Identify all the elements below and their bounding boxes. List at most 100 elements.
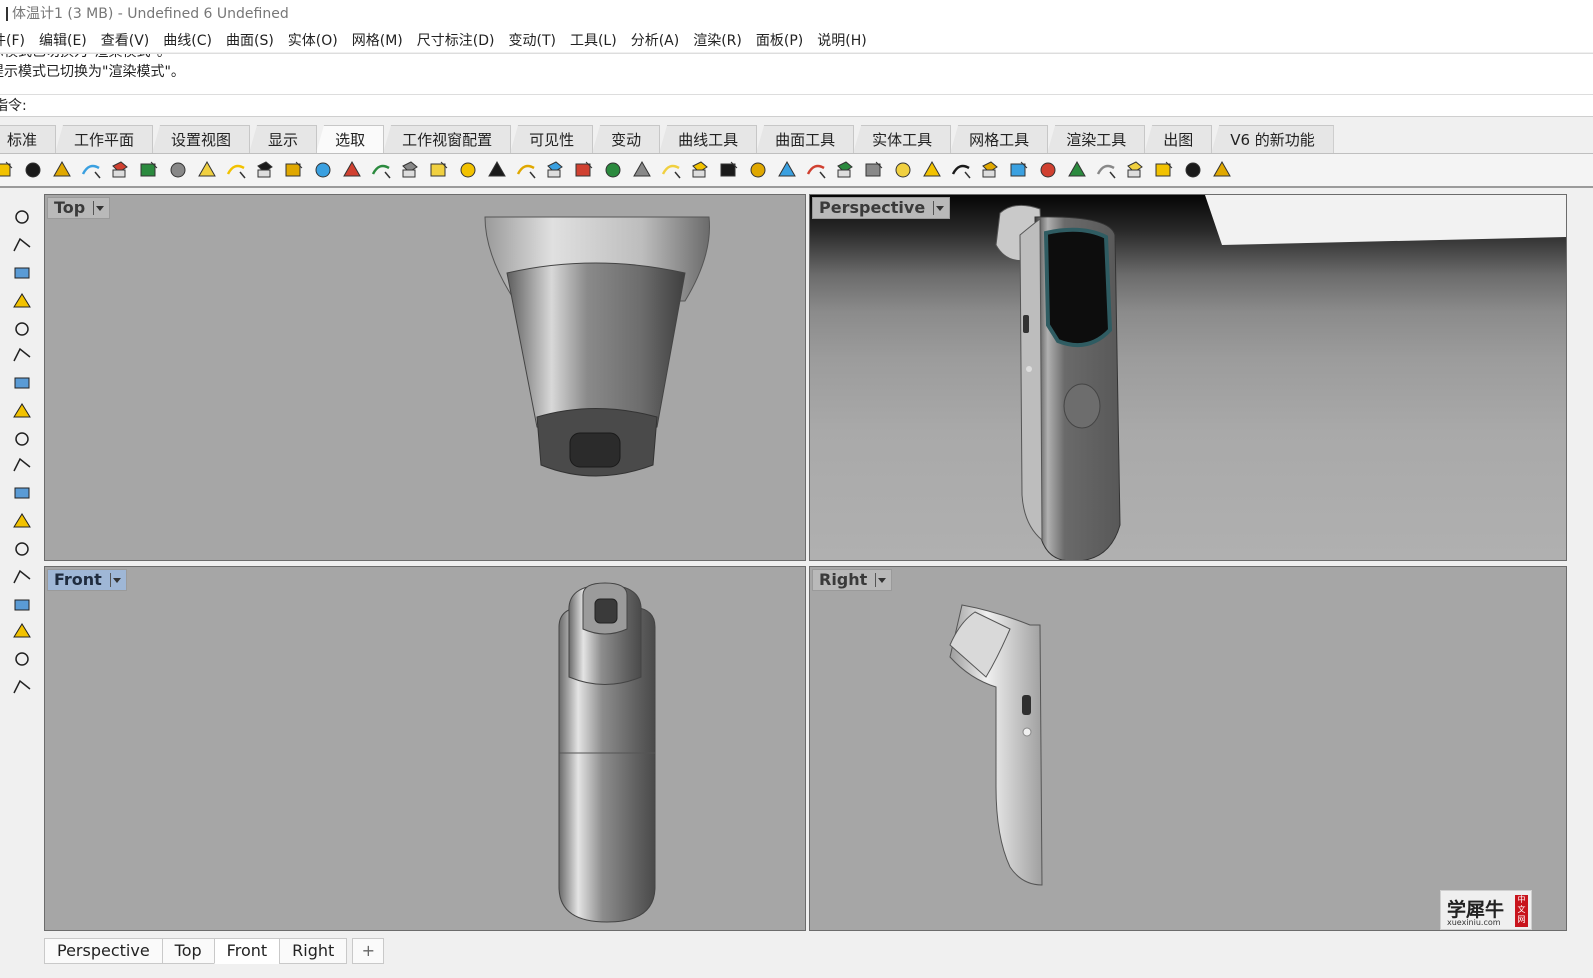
select-render-icon[interactable] [891,158,915,182]
chevron-down-icon[interactable] [875,573,887,587]
menu-analyze[interactable]: 分析(A) [631,30,680,50]
select-polysurfaces-icon[interactable] [224,158,248,182]
select-grid-icon[interactable] [1036,158,1060,182]
menu-help[interactable]: 说明(H) [817,30,866,50]
menu-transform[interactable]: 变动(T) [508,30,555,50]
tab-new-in-v6[interactable]: V6 的新功能 [1211,125,1334,153]
invert-selection-icon[interactable] [50,158,74,182]
select-edges-icon[interactable] [804,158,828,182]
fillet-icon[interactable] [10,509,34,533]
select-duplicates-icon[interactable] [630,158,654,182]
menu-surface[interactable]: 曲面(S) [226,30,274,50]
tab-select[interactable]: 选取 [316,125,385,153]
viewport-tab-top[interactable]: Top [161,938,215,964]
tab-cplanes[interactable]: 工作平面 [55,125,154,153]
align-icon[interactable] [10,619,34,643]
tab-solid-tools[interactable]: 实体工具 [853,125,952,153]
viewport-perspective[interactable]: Perspective [809,194,1567,561]
tab-surface-tools[interactable]: 曲面工具 [756,125,855,153]
select-dimensions-icon[interactable] [456,158,480,182]
viewport-tab-right[interactable]: Right [279,938,348,964]
dimension-icon[interactable] [10,453,34,477]
add-viewport-tab-button[interactable]: + [352,938,385,964]
select-box-icon[interactable] [1065,158,1089,182]
select-meshes-icon[interactable] [572,158,596,182]
command-history[interactable]: 示模式已切换为"渲染模式"。 提示模式已切换为"渲染模式"。 [0,53,1593,95]
select-cube-icon[interactable] [862,158,886,182]
tab-display[interactable]: 显示 [249,125,318,153]
edit-icon[interactable] [10,565,34,589]
solid-icon[interactable] [10,371,34,395]
select-grips-icon[interactable] [340,158,364,182]
select-filter-icon[interactable] [1007,158,1031,182]
select-lights-icon[interactable] [398,158,422,182]
select-annotations-icon[interactable] [485,158,509,182]
select-materials-icon[interactable] [920,158,944,182]
explode-icon[interactable] [10,427,34,451]
select-groups-icon[interactable] [514,158,538,182]
viewport-tab-perspective[interactable]: Perspective [44,938,163,964]
curve-icon[interactable] [10,317,34,341]
viewport-front[interactable]: Front [44,566,806,931]
select-open-icon[interactable] [369,158,393,182]
viewport-label-right[interactable]: Right [812,569,893,591]
viewport-label-front[interactable]: Front [47,569,127,591]
tab-mesh-tools[interactable]: 网格工具 [950,125,1049,153]
select-brush-icon[interactable] [949,158,973,182]
menu-dimension[interactable]: 尺寸标注(D) [417,30,495,50]
menu-render[interactable]: 渲染(R) [693,30,742,50]
menu-solid[interactable]: 实体(O) [288,30,338,50]
chevron-down-icon[interactable] [93,201,105,215]
select-loop-icon[interactable] [775,158,799,182]
polyline-icon[interactable] [10,233,34,257]
rectangle-icon[interactable] [10,289,34,313]
group-icon[interactable] [10,481,34,505]
tab-set-view[interactable]: 设置视图 [152,125,251,153]
select-surfaces-icon[interactable] [195,158,219,182]
menu-mesh[interactable]: 网格(M) [352,30,403,50]
chevron-down-icon[interactable] [933,201,945,215]
tab-curve-tools[interactable]: 曲线工具 [659,125,758,153]
select-zoom-icon[interactable] [978,158,1002,182]
select-last-icon[interactable] [79,158,103,182]
tab-drafting[interactable]: 出图 [1144,125,1213,153]
menu-file[interactable]: 件(F) [0,30,25,50]
tab-transform[interactable]: 变动 [592,125,661,153]
grid-icon[interactable] [10,593,34,617]
select-layer-icon[interactable] [282,158,306,182]
circle-icon[interactable] [10,261,34,285]
menu-edit[interactable]: 编辑(E) [39,30,87,50]
transform-icon[interactable] [10,537,34,561]
viewport-label-perspective[interactable]: Perspective [812,197,951,219]
select-closed-icon[interactable] [601,158,625,182]
select-object-icon[interactable] [1210,158,1234,182]
select-all-icon[interactable] [0,158,16,182]
menu-view[interactable]: 查看(V) [101,30,150,50]
menu-curve[interactable]: 曲线(C) [163,30,212,50]
viewport-right[interactable]: Right [809,566,1567,931]
mesh-icon[interactable] [10,399,34,423]
select-text-icon[interactable] [688,158,712,182]
select-frame-icon[interactable] [1094,158,1118,182]
select-points-cloud-icon[interactable] [311,158,335,182]
check-icon[interactable] [10,647,34,671]
select-previous-icon[interactable] [108,158,132,182]
chevron-down-icon[interactable] [109,573,121,587]
tab-visibility[interactable]: 可见性 [510,125,594,153]
select-curves-icon[interactable] [166,158,190,182]
tab-render-tools[interactable]: 渲染工具 [1047,125,1146,153]
menu-panels[interactable]: 面板(P) [756,30,803,50]
select-color-icon[interactable] [253,158,277,182]
select-sphere-icon[interactable] [833,158,857,182]
surface-icon[interactable] [10,343,34,367]
select-points-icon[interactable] [137,158,161,182]
paint-icon[interactable] [10,675,34,699]
menu-tools[interactable]: 工具(L) [570,30,617,50]
tab-standard[interactable]: 标准 [0,125,57,153]
select-planar-icon[interactable] [659,158,683,182]
select-blocks-icon[interactable] [543,158,567,182]
command-prompt[interactable]: 指令: [0,95,1593,117]
viewport-tab-front[interactable]: Front [213,938,281,964]
tab-viewport-layout[interactable]: 工作视窗配置 [383,125,512,153]
viewport-top[interactable]: Top [44,194,806,561]
